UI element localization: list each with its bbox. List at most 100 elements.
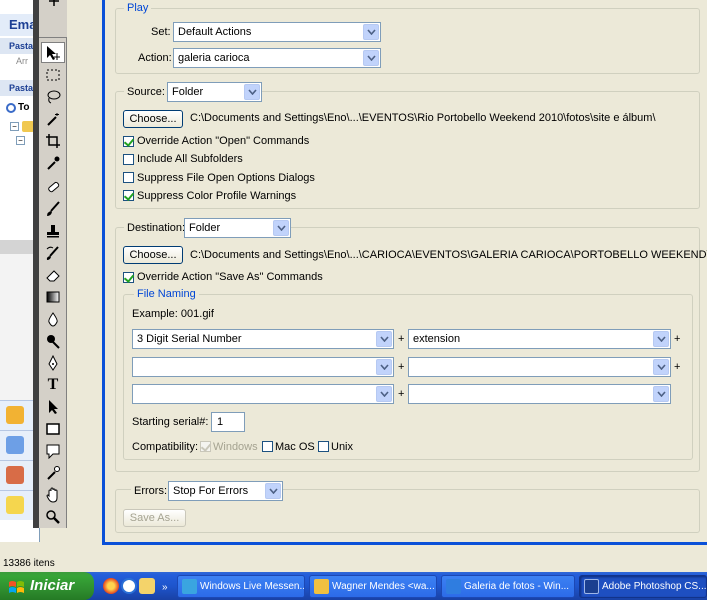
- compat-macos-checkbox[interactable]: [262, 441, 273, 452]
- chevron-down-icon: [273, 220, 289, 236]
- chevron-down-icon: [376, 386, 392, 402]
- compat-unix-checkbox[interactable]: [318, 441, 329, 452]
- dodge-tool-icon[interactable]: [41, 330, 65, 351]
- errors-save-as-button[interactable]: Save As...: [123, 509, 186, 527]
- plus-sign: +: [398, 333, 405, 345]
- override-open-label[interactable]: Override Action "Open" Commands: [137, 135, 309, 147]
- pen-tool-icon[interactable]: [41, 352, 65, 373]
- gradient-tool-icon[interactable]: [41, 286, 65, 307]
- internet-explorer-icon[interactable]: [121, 578, 137, 594]
- shape-tool-icon[interactable]: [41, 418, 65, 439]
- override-open-checkbox[interactable]: [123, 136, 134, 147]
- file-naming-field-2a[interactable]: [132, 357, 394, 377]
- zoom-tool-icon[interactable]: [41, 506, 65, 527]
- windows-taskbar: Iniciar » Windows Live Messen... Wagner …: [0, 572, 707, 600]
- suppress-open-dialogs-label[interactable]: Suppress File Open Options Dialogs: [137, 172, 315, 184]
- file-naming-field-2b[interactable]: [408, 357, 671, 377]
- brush-tool-icon[interactable]: [41, 198, 65, 219]
- set-label: Set:: [151, 26, 171, 38]
- folder-tree-root[interactable]: To: [6, 102, 29, 113]
- file-naming-example: Example: 001.gif: [132, 308, 214, 320]
- source-choose-button[interactable]: Choose...: [123, 110, 183, 128]
- eraser-tool-icon[interactable]: [41, 264, 65, 285]
- suppress-open-dialogs-checkbox[interactable]: [123, 172, 134, 183]
- plus-sign: +: [398, 388, 405, 400]
- batch-dialog: Play Set: Default Actions Action: galeri…: [102, 0, 707, 545]
- history-brush-tool-icon[interactable]: [41, 242, 65, 263]
- chevron-down-icon: [363, 24, 379, 40]
- eyedropper-tool-icon[interactable]: [41, 152, 65, 173]
- hand-tool-icon[interactable]: [41, 484, 65, 505]
- chevron-down-icon: [265, 483, 281, 499]
- file-naming-field-3b[interactable]: [408, 384, 671, 404]
- toolbox-grip[interactable]: [33, 0, 39, 528]
- override-save-as-label[interactable]: Override Action "Save As" Commands: [137, 271, 323, 283]
- compat-windows-label[interactable]: Windows: [213, 441, 258, 453]
- messenger-icon: [182, 579, 197, 594]
- task-galeria-de-fotos[interactable]: Galeria de fotos - Win...: [441, 575, 575, 598]
- move-arrows-icon[interactable]: [45, 0, 63, 6]
- chevron-down-icon: [376, 331, 392, 347]
- source-select[interactable]: Folder: [167, 82, 262, 102]
- file-naming-field-1a[interactable]: 3 Digit Serial Number: [132, 329, 394, 349]
- destination-label: Destination:: [124, 222, 189, 234]
- crop-tool-icon[interactable]: [41, 130, 65, 151]
- task-windows-live-messenger[interactable]: Windows Live Messen...: [177, 575, 305, 598]
- file-naming-field-1b[interactable]: extension: [408, 329, 671, 349]
- notes-tool-icon[interactable]: [41, 440, 65, 461]
- override-save-as-checkbox[interactable]: [123, 272, 134, 283]
- start-button[interactable]: Iniciar: [0, 572, 94, 600]
- item-count-text: 13386 itens: [3, 558, 55, 569]
- photoshop-icon: [584, 579, 599, 594]
- destination-select[interactable]: Folder: [184, 218, 291, 238]
- chevron-down-icon: [653, 331, 669, 347]
- compat-macos-label[interactable]: Mac OS: [275, 441, 315, 453]
- magic-wand-tool-icon[interactable]: [41, 108, 65, 129]
- set-select[interactable]: Default Actions: [173, 22, 381, 42]
- chevron-down-icon: [376, 359, 392, 375]
- chevron-down-icon: [653, 386, 669, 402]
- healing-brush-tool-icon[interactable]: [41, 176, 65, 197]
- play-legend: Play: [124, 2, 152, 14]
- action-select[interactable]: galeria carioca: [173, 48, 381, 68]
- tree-expander-icon[interactable]: −: [10, 122, 19, 131]
- compatibility-label: Compatibility:: [132, 441, 199, 453]
- explorer-status-bar: 13386 itens: [0, 545, 707, 572]
- destination-choose-button[interactable]: Choose...: [123, 246, 183, 264]
- contacts-icon: [6, 466, 24, 484]
- toolbox-header: [39, 0, 67, 38]
- file-naming-field-3a[interactable]: [132, 384, 394, 404]
- task-wagner-mendes[interactable]: Wagner Mendes <wa...: [309, 575, 437, 598]
- eyedropper2-tool-icon[interactable]: [41, 462, 65, 483]
- source-path: C:\Documents and Settings\Eno\...\EVENTO…: [190, 112, 656, 124]
- plus-sign: +: [398, 361, 405, 373]
- chrome-quicklaunch-icon[interactable]: [103, 578, 119, 594]
- suppress-color-warnings-checkbox[interactable]: [123, 190, 134, 201]
- mail-quicklaunch-icon[interactable]: [139, 578, 155, 594]
- lasso-tool-icon[interactable]: [41, 86, 65, 107]
- task-adobe-photoshop[interactable]: Adobe Photoshop CS...: [579, 575, 707, 598]
- type-tool-icon[interactable]: T: [41, 374, 65, 395]
- marquee-tool-icon[interactable]: [41, 64, 65, 85]
- chevron-down-icon: [244, 84, 260, 100]
- compat-unix-label[interactable]: Unix: [331, 441, 353, 453]
- tree-expander-icon[interactable]: −: [16, 136, 25, 145]
- quicklaunch-more-icon[interactable]: »: [162, 582, 168, 593]
- path-selection-tool-icon[interactable]: [41, 396, 65, 417]
- photoshop-toolbox: T: [33, 0, 67, 528]
- blur-tool-icon[interactable]: [41, 308, 65, 329]
- suppress-color-warnings-label[interactable]: Suppress Color Profile Warnings: [137, 190, 296, 202]
- starting-serial-label: Starting serial#:: [132, 416, 209, 428]
- starting-serial-input[interactable]: 1: [211, 412, 245, 432]
- plus-sign: +: [674, 361, 681, 373]
- clone-stamp-tool-icon[interactable]: [41, 220, 65, 241]
- notes-icon: [6, 496, 24, 514]
- include-subfolders-label[interactable]: Include All Subfolders: [137, 153, 243, 165]
- move-tool-icon[interactable]: [41, 42, 65, 63]
- destination-path: C:\Documents and Settings\Eno\...\CARIOC…: [190, 249, 707, 261]
- errors-select[interactable]: Stop For Errors: [168, 481, 283, 501]
- compat-windows-checkbox[interactable]: [200, 441, 211, 452]
- include-subfolders-checkbox[interactable]: [123, 154, 134, 165]
- search-folder-icon: [6, 102, 16, 113]
- file-naming-legend: File Naming: [134, 288, 199, 300]
